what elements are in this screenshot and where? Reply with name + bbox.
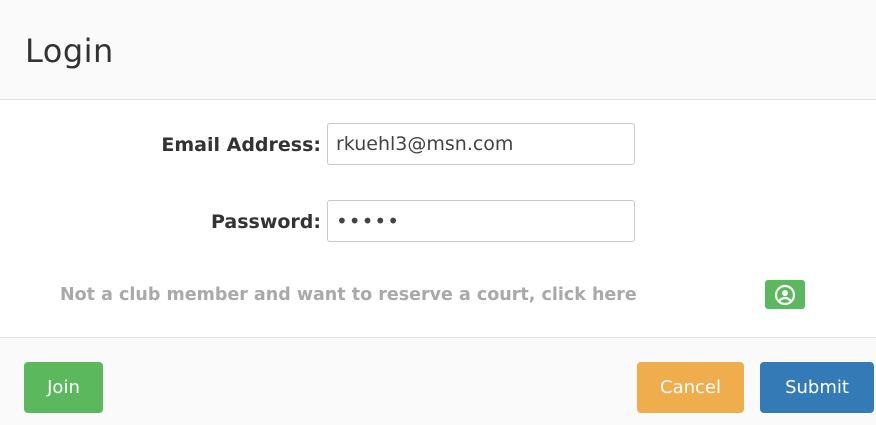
email-row: Email Address:	[0, 123, 876, 165]
modal-body: Email Address: Password: Not a club memb…	[0, 100, 876, 337]
cancel-button[interactable]: Cancel	[637, 362, 744, 413]
submit-button[interactable]: Submit	[760, 362, 874, 413]
modal-header: Login	[0, 0, 876, 100]
modal-title: Login	[25, 32, 114, 70]
password-input[interactable]	[327, 200, 635, 242]
email-label: Email Address:	[161, 134, 321, 156]
password-label: Password:	[210, 211, 321, 233]
password-row: Password:	[0, 200, 876, 242]
login-modal: Login Email Address: Password: Not a clu…	[0, 0, 876, 425]
modal-footer: Join Cancel Submit	[0, 337, 876, 425]
join-button[interactable]: Join	[24, 362, 103, 413]
email-input[interactable]	[327, 123, 635, 165]
member-link[interactable]: Not a club member and want to reserve a …	[60, 285, 637, 305]
user-circle-icon[interactable]	[765, 280, 805, 309]
